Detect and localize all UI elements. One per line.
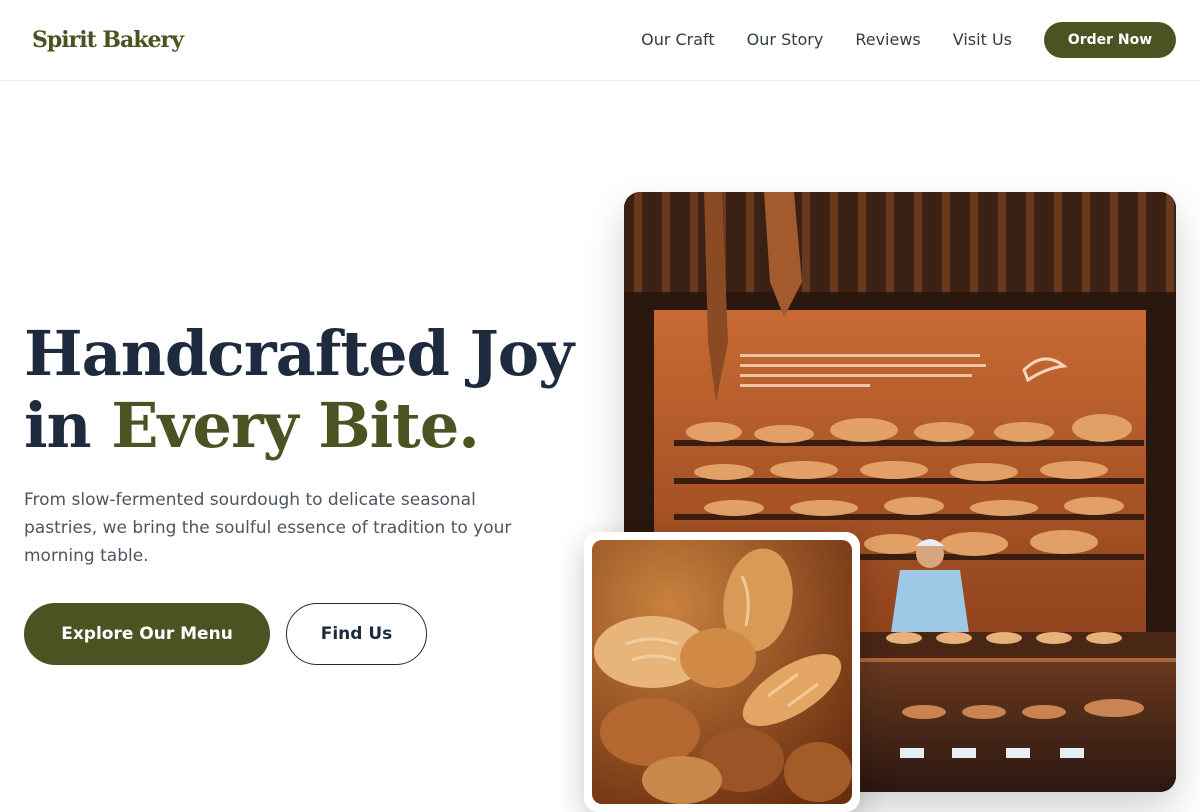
nav-link-our-story[interactable]: Our Story <box>747 30 824 50</box>
hero-title: Handcrafted Joy in Every Bite. <box>24 317 574 462</box>
bread-loaves-illustration <box>592 540 852 804</box>
main-nav: Our Craft Our Story Reviews Visit Us Ord… <box>641 0 1176 80</box>
hero-title-line-2-prefix: in <box>24 389 112 462</box>
brand-logo[interactable]: Spirit Bakery <box>32 24 184 56</box>
nav-link-visit-us[interactable]: Visit Us <box>953 30 1012 50</box>
site-header: Spirit Bakery Our Craft Our Story Review… <box>0 0 1200 81</box>
hero-title-line-1: Handcrafted Joy <box>24 317 574 390</box>
hero-subtitle: From slow-fermented sourdough to delicat… <box>24 490 512 566</box>
bread-loaves-photo-frame <box>584 532 860 812</box>
find-us-button[interactable]: Find Us <box>286 603 427 665</box>
explore-menu-button[interactable]: Explore Our Menu <box>24 603 270 665</box>
nav-link-our-craft[interactable]: Our Craft <box>641 30 715 50</box>
bread-loaves-photo <box>592 540 852 804</box>
hero-title-accent: Every Bite. <box>111 389 480 462</box>
nav-link-reviews[interactable]: Reviews <box>855 30 920 50</box>
order-now-button[interactable]: Order Now <box>1044 22 1176 58</box>
